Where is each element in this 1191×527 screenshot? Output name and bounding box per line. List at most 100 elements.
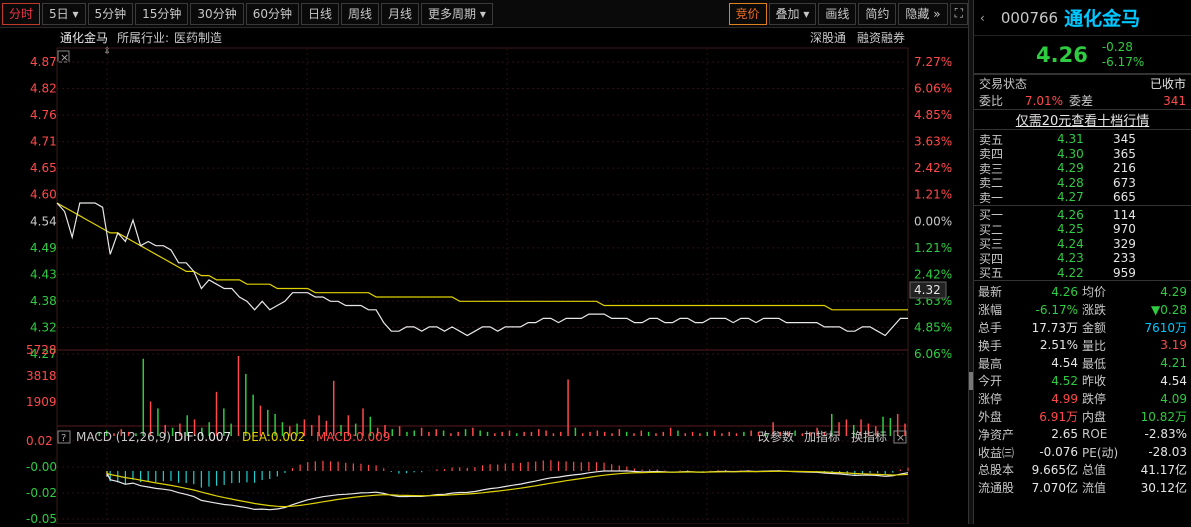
help-icon[interactable]: ? xyxy=(61,433,66,444)
tab-intraday[interactable]: 分时 xyxy=(2,2,41,25)
stat-label: 流通股 xyxy=(978,481,1015,496)
hide-label: 隐藏 xyxy=(905,7,930,21)
splitter-arrow-icon[interactable] xyxy=(969,372,973,390)
price-change-pct: -6.17% xyxy=(1101,54,1145,69)
pct-tick: 4.85% xyxy=(914,108,952,122)
tag-hk-connect[interactable]: 深股通 xyxy=(810,31,846,45)
quote-panel: ‹ 000766 通化金马 4.26 -0.28 -6.17% 交易状态 已收市… xyxy=(974,0,1191,524)
tab-daily[interactable]: 日线 xyxy=(300,2,339,25)
price-line xyxy=(56,202,908,337)
stat-label: 最高 xyxy=(978,356,1003,371)
price-tick: 4.60 xyxy=(30,188,57,202)
close-icon[interactable]: × xyxy=(896,431,905,444)
macd-tick: -0.00 xyxy=(26,460,57,474)
auction-button[interactable]: 竞价 xyxy=(728,2,767,25)
price-tick: 4.43 xyxy=(30,267,57,281)
tab-5min[interactable]: 5分钟 xyxy=(87,2,134,25)
switch-indicator-button[interactable]: 换指标 xyxy=(851,429,887,444)
stat-value: 4.99 xyxy=(1051,391,1078,406)
tab-weekly[interactable]: 周线 xyxy=(341,2,380,25)
stat-value: 41.17亿 xyxy=(1140,463,1187,478)
stat-label: 内盘 xyxy=(1082,409,1107,424)
stats-table: 最新 4.26 均价 4.29 涨幅 -6.17% 涨跌 ▼0.28 总手 17.73万 金额 761… xyxy=(974,281,1191,497)
macd-bars xyxy=(109,460,909,488)
stat-label: 流值 xyxy=(1082,481,1107,496)
stat-value: 4.52 xyxy=(1051,373,1078,388)
stat-label: 外盘 xyxy=(978,409,1003,424)
pct-tick: 3.63% xyxy=(914,135,952,149)
price-tick: 4.82 xyxy=(30,82,57,96)
stat-value: 17.73万 xyxy=(1031,320,1078,335)
tab-15min[interactable]: 15分钟 xyxy=(135,2,189,25)
order-ratio-row: 委比 7.01% 委差 341 xyxy=(974,92,1191,110)
stat-value: 4.54 xyxy=(1160,373,1187,388)
stat-label: 金额 xyxy=(1082,320,1107,335)
pct-tick: 7.27% xyxy=(914,55,952,69)
macd-tick: -0.02 xyxy=(26,486,57,500)
stat-label: 今开 xyxy=(978,374,1003,389)
stat-label: 涨跌 xyxy=(1082,303,1107,318)
ask-row: 卖一 4.27 665 xyxy=(974,190,1191,205)
tab-60min[interactable]: 60分钟 xyxy=(245,2,299,25)
macd-tick: -0.05 xyxy=(26,512,57,524)
stat-value: 4.09 xyxy=(1160,391,1187,406)
pct-tick: 4.85% xyxy=(914,320,952,334)
stat-value: 6.91万 xyxy=(1039,409,1078,424)
simple-button[interactable]: 简约 xyxy=(858,2,897,25)
draw-line-button[interactable]: 画线 xyxy=(818,2,857,25)
stat-value: -0.076 xyxy=(1039,445,1078,460)
chevron-down-icon: ▾ xyxy=(68,6,79,21)
tab-30min[interactable]: 30分钟 xyxy=(190,2,244,25)
pct-axis-right: 7.27% 6.06% 4.85% 3.63% 2.42% 1.21% 0.00% 1.21%… xyxy=(914,55,952,361)
chevron-down-icon: ▾ xyxy=(799,6,810,21)
tab-5day[interactable]: 5日 ▾ xyxy=(42,2,86,25)
stat-row: 收益㈢ -0.076 PE(动) -28.03 xyxy=(974,443,1191,461)
volume-tick: 3818 xyxy=(26,369,57,383)
overlay-button[interactable]: 叠加 ▾ xyxy=(768,2,817,25)
stat-value: 4.26 xyxy=(1051,284,1078,299)
stat-value: 9.665亿 xyxy=(1031,463,1078,478)
trade-status: 已收市 xyxy=(1149,77,1186,91)
overlay-label: 叠加 xyxy=(775,7,800,21)
stat-label: 最低 xyxy=(1082,356,1107,371)
order-price: 4.29 xyxy=(1057,161,1084,176)
double-chevron-right-icon: » xyxy=(929,6,941,21)
last-price: 4.26 xyxy=(1036,42,1088,67)
pct-tick: 6.06% xyxy=(914,347,952,361)
volume-bars xyxy=(91,356,906,436)
price-tick: 4.76 xyxy=(30,108,57,122)
add-indicator-button[interactable]: 加指标 xyxy=(804,429,840,444)
hide-button[interactable]: 隐藏 » xyxy=(898,2,948,25)
order-volume: 216 xyxy=(1113,161,1136,176)
chart-area[interactable]: 通化金马 所属行业: 医药制造 深股通 融资融券 × ⇕ 4.87 4.82 4.7… xyxy=(0,28,968,526)
stat-label: 量比 xyxy=(1082,338,1107,353)
order-volume: 114 xyxy=(1113,207,1136,222)
stat-value: 3.19 xyxy=(1160,338,1187,353)
trade-status-row: 交易状态 已收市 xyxy=(974,74,1191,92)
stat-row: 涨幅 -6.17% 涨跌 ▼0.28 xyxy=(974,301,1191,319)
tab-monthly[interactable]: 月线 xyxy=(381,2,420,25)
stat-label: 涨幅 xyxy=(978,303,1003,318)
volume-tick: 5728 xyxy=(26,343,57,357)
stat-value: -6.17% xyxy=(1035,302,1078,317)
level10-promo-link[interactable]: 仅需20元查看十档行情 xyxy=(974,110,1191,130)
chevron-left-icon[interactable]: ‹ xyxy=(980,11,985,25)
stat-label: 最新 xyxy=(978,285,1003,300)
volume-axis: 5728 3818 1909 xyxy=(26,343,57,409)
tag-margin[interactable]: 融资融券 xyxy=(857,30,905,45)
chart-industry: 医药制造 xyxy=(174,31,222,45)
order-price: 4.24 xyxy=(1057,236,1084,251)
pct-tick: 2.42% xyxy=(914,161,952,175)
fullscreen-icon[interactable]: ⛶ xyxy=(949,2,968,25)
tab-more-periods[interactable]: 更多周期 ▾ xyxy=(421,2,493,25)
change-params-button[interactable]: 改参数 xyxy=(758,429,794,444)
price-change: -0.28 xyxy=(1101,39,1133,54)
order-volume: 365 xyxy=(1113,146,1136,161)
stat-row: 总手 17.73万 金额 7610万 xyxy=(974,319,1191,337)
pct-tick: 1.21% xyxy=(914,241,952,255)
intraday-chart[interactable]: 通化金马 所属行业: 医药制造 深股通 融资融券 × ⇕ 4.874.824.7… xyxy=(0,28,968,526)
stat-value: -2.83% xyxy=(1144,427,1187,442)
period-toolbar: 分时 5日 ▾ 5分钟 15分钟 30分钟 60分钟 日线 周线 月线 更多周期… xyxy=(0,0,968,28)
macd-axis: 0.02 -0.00 -0.02 -0.05 xyxy=(26,434,57,526)
stat-label: 总手 xyxy=(978,320,1003,335)
